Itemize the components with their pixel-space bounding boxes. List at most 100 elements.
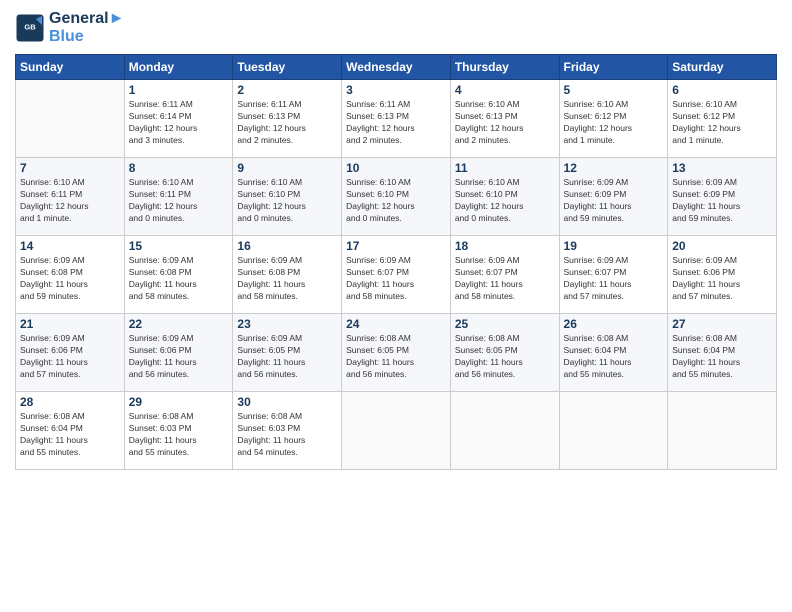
calendar-cell: 18 Sunrise: 6:09 AM Sunset: 6:07 PM Dayli… [450, 236, 559, 314]
day-number: 19 [564, 239, 664, 253]
calendar-cell: 13 Sunrise: 6:09 AM Sunset: 6:09 PM Dayli… [668, 158, 777, 236]
day-info: Sunrise: 6:10 AM Sunset: 6:10 PM Dayligh… [237, 177, 337, 225]
day-info: Sunrise: 6:08 AM Sunset: 6:03 PM Dayligh… [129, 411, 229, 459]
day-info: Sunrise: 6:10 AM Sunset: 6:11 PM Dayligh… [129, 177, 229, 225]
calendar-cell: 2Sunrise: 6:11 AM Sunset: 6:13 PM Daylig… [233, 80, 342, 158]
calendar-header: SundayMondayTuesdayWednesdayThursdayFrid… [16, 55, 777, 80]
calendar-body: 1 Sunrise: 6:11 AM Sunset: 6:14 PM Daylig… [16, 80, 777, 470]
svg-text:GB: GB [24, 23, 36, 32]
calendar-cell: 11 Sunrise: 6:10 AM Sunset: 6:10 PM Dayli… [450, 158, 559, 236]
calendar-cell: 6 Sunrise: 6:10 AM Sunset: 6:12 PM Daylig… [668, 80, 777, 158]
calendar-cell: 7 Sunrise: 6:10 AM Sunset: 6:11 PM Daylig… [16, 158, 125, 236]
day-number: 5 [564, 83, 664, 97]
day-info: Sunrise: 6:10 AM Sunset: 6:11 PM Dayligh… [20, 177, 120, 225]
day-info: Sunrise: 6:09 AM Sunset: 6:05 PM Dayligh… [237, 333, 337, 381]
header: GB General► Blue [15, 10, 777, 46]
day-number: 22 [129, 317, 229, 331]
day-number: 30 [237, 395, 337, 409]
day-info: Sunrise: 6:09 AM Sunset: 6:07 PM Dayligh… [346, 255, 446, 303]
day-info: Sunrise: 6:08 AM Sunset: 6:03 PM Dayligh… [237, 411, 337, 459]
weekday-header: Thursday [450, 55, 559, 80]
calendar-cell: 3 Sunrise: 6:11 AM Sunset: 6:13 PM Daylig… [342, 80, 451, 158]
calendar-cell: 22 Sunrise: 6:09 AM Sunset: 6:06 PM Dayli… [124, 314, 233, 392]
day-number: 13 [672, 161, 772, 175]
calendar-cell [450, 392, 559, 470]
day-info: Sunrise: 6:09 AM Sunset: 6:07 PM Dayligh… [455, 255, 555, 303]
calendar-cell: 10 Sunrise: 6:10 AM Sunset: 6:10 PM Dayli… [342, 158, 451, 236]
calendar-week-row: 7 Sunrise: 6:10 AM Sunset: 6:11 PM Daylig… [16, 158, 777, 236]
day-info: Sunrise: 6:11 AM Sunset: 6:13 PM Dayligh… [346, 99, 446, 147]
day-info: Sunrise: 6:10 AM Sunset: 6:10 PM Dayligh… [346, 177, 446, 225]
day-number: 10 [346, 161, 446, 175]
calendar-cell: 29 Sunrise: 6:08 AM Sunset: 6:03 PM Dayli… [124, 392, 233, 470]
calendar-cell: 14 Sunrise: 6:09 AM Sunset: 6:08 PM Dayli… [16, 236, 125, 314]
day-number: 7 [20, 161, 120, 175]
calendar-cell [668, 392, 777, 470]
day-number: 12 [564, 161, 664, 175]
day-number: 17 [346, 239, 446, 253]
calendar-cell [559, 392, 668, 470]
day-info: Sunrise: 6:09 AM Sunset: 6:08 PM Dayligh… [129, 255, 229, 303]
day-info: Sunrise: 6:11 AM Sunset: 6:14 PM Dayligh… [129, 99, 229, 147]
weekday-header: Wednesday [342, 55, 451, 80]
calendar-cell: 25 Sunrise: 6:08 AM Sunset: 6:05 PM Dayli… [450, 314, 559, 392]
logo: GB General► Blue [15, 10, 124, 46]
day-number: 11 [455, 161, 555, 175]
day-info: Sunrise: 6:08 AM Sunset: 6:04 PM Dayligh… [564, 333, 664, 381]
day-number: 4 [455, 83, 555, 97]
calendar-cell: 4 Sunrise: 6:10 AM Sunset: 6:13 PM Daylig… [450, 80, 559, 158]
day-number: 21 [20, 317, 120, 331]
calendar-cell: 16Sunrise: 6:09 AM Sunset: 6:08 PM Dayli… [233, 236, 342, 314]
day-info: Sunrise: 6:09 AM Sunset: 6:07 PM Dayligh… [564, 255, 664, 303]
day-number: 18 [455, 239, 555, 253]
page-container: GB General► Blue SundayMondayTuesdayWedn… [0, 0, 792, 480]
day-number: 8 [129, 161, 229, 175]
day-info: Sunrise: 6:09 AM Sunset: 6:06 PM Dayligh… [129, 333, 229, 381]
day-number: 3 [346, 83, 446, 97]
calendar-cell [16, 80, 125, 158]
calendar-cell [342, 392, 451, 470]
calendar-week-row: 14 Sunrise: 6:09 AM Sunset: 6:08 PM Dayli… [16, 236, 777, 314]
day-number: 1 [129, 83, 229, 97]
day-info: Sunrise: 6:10 AM Sunset: 6:12 PM Dayligh… [672, 99, 772, 147]
calendar-cell: 1 Sunrise: 6:11 AM Sunset: 6:14 PM Daylig… [124, 80, 233, 158]
day-info: Sunrise: 6:08 AM Sunset: 6:04 PM Dayligh… [672, 333, 772, 381]
calendar-cell: 26 Sunrise: 6:08 AM Sunset: 6:04 PM Dayli… [559, 314, 668, 392]
day-info: Sunrise: 6:09 AM Sunset: 6:09 PM Dayligh… [564, 177, 664, 225]
day-number: 14 [20, 239, 120, 253]
weekday-header: Monday [124, 55, 233, 80]
day-info: Sunrise: 6:09 AM Sunset: 6:09 PM Dayligh… [672, 177, 772, 225]
calendar-cell: 17 Sunrise: 6:09 AM Sunset: 6:07 PM Dayli… [342, 236, 451, 314]
day-info: Sunrise: 6:10 AM Sunset: 6:10 PM Dayligh… [455, 177, 555, 225]
day-info: Sunrise: 6:10 AM Sunset: 6:13 PM Dayligh… [455, 99, 555, 147]
logo-text: General► Blue [49, 10, 124, 46]
calendar-cell: 24 Sunrise: 6:08 AM Sunset: 6:05 PM Dayli… [342, 314, 451, 392]
day-number: 26 [564, 317, 664, 331]
calendar-cell: 12 Sunrise: 6:09 AM Sunset: 6:09 PM Dayli… [559, 158, 668, 236]
calendar-cell: 30 Sunrise: 6:08 AM Sunset: 6:03 PM Dayli… [233, 392, 342, 470]
day-info: Sunrise: 6:09 AM Sunset: 6:06 PM Dayligh… [20, 333, 120, 381]
calendar-table: SundayMondayTuesdayWednesdayThursdayFrid… [15, 54, 777, 470]
day-info: Sunrise: 6:11 AM Sunset: 6:13 PM Dayligh… [237, 99, 337, 147]
calendar-cell: 8 Sunrise: 6:10 AM Sunset: 6:11 PM Daylig… [124, 158, 233, 236]
calendar-week-row: 28Sunrise: 6:08 AM Sunset: 6:04 PM Dayli… [16, 392, 777, 470]
day-info: Sunrise: 6:08 AM Sunset: 6:04 PM Dayligh… [20, 411, 120, 459]
day-info: Sunrise: 6:08 AM Sunset: 6:05 PM Dayligh… [346, 333, 446, 381]
weekday-header: Sunday [16, 55, 125, 80]
weekday-header: Tuesday [233, 55, 342, 80]
day-number: 23 [237, 317, 337, 331]
day-number: 29 [129, 395, 229, 409]
weekday-header: Saturday [668, 55, 777, 80]
day-info: Sunrise: 6:10 AM Sunset: 6:12 PM Dayligh… [564, 99, 664, 147]
day-number: 25 [455, 317, 555, 331]
day-info: Sunrise: 6:08 AM Sunset: 6:05 PM Dayligh… [455, 333, 555, 381]
weekday-header: Friday [559, 55, 668, 80]
day-number: 6 [672, 83, 772, 97]
day-info: Sunrise: 6:09 AM Sunset: 6:08 PM Dayligh… [20, 255, 120, 303]
day-number: 24 [346, 317, 446, 331]
day-info: Sunrise: 6:09 AM Sunset: 6:08 PM Dayligh… [237, 255, 337, 303]
calendar-cell: 15Sunrise: 6:09 AM Sunset: 6:08 PM Dayli… [124, 236, 233, 314]
calendar-cell: 19 Sunrise: 6:09 AM Sunset: 6:07 PM Dayli… [559, 236, 668, 314]
calendar-cell: 21 Sunrise: 6:09 AM Sunset: 6:06 PM Dayli… [16, 314, 125, 392]
calendar-cell: 23 Sunrise: 6:09 AM Sunset: 6:05 PM Dayli… [233, 314, 342, 392]
